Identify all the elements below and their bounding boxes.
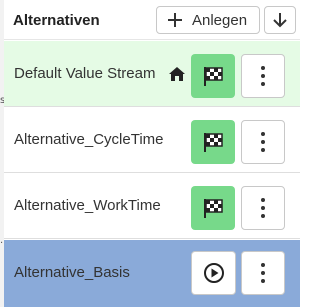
checkered-flag-icon [204,67,223,86]
more-options-button[interactable] [241,251,285,295]
run-simulation-button[interactable] [191,251,236,295]
checkered-flag-button[interactable] [191,186,235,230]
add-alternative-label: Anlegen [192,11,248,29]
more-options-button[interactable] [241,186,285,230]
alternative-row-default-value-stream[interactable]: Default Value Stream [4,41,300,107]
alternative-row-cycletime[interactable]: Alternative_CycleTime [4,107,300,173]
home-icon [169,67,185,81]
checkered-flag-button[interactable] [191,120,235,164]
alternative-label: Alternative_WorkTime [14,197,161,214]
panel-title: Alternativen [13,12,100,29]
add-alternative-button[interactable]: Anlegen [156,6,260,34]
alternative-label: Alternative_Basis [14,264,130,281]
alternatives-panel: Alternativen Anlegen Default Value Strea… [4,0,300,307]
plus-icon [168,13,182,27]
alternative-label: Alternative_CycleTime [14,131,164,148]
checkered-flag-button[interactable] [191,54,235,98]
sort-down-button[interactable] [264,6,296,34]
play-circle-icon [203,263,224,283]
alternative-row-basis[interactable]: Alternative_Basis [4,240,300,307]
left-edge-mark: . [0,235,4,246]
alternative-label: Default Value Stream [14,65,156,82]
more-options-button[interactable] [241,120,285,164]
more-options-button[interactable] [241,54,285,98]
vertical-dots-icon [261,196,265,220]
vertical-dots-icon [261,261,265,285]
vertical-dots-icon [261,64,265,88]
checkered-flag-icon [204,199,223,218]
alternative-row-worktime[interactable]: Alternative_WorkTime [4,173,300,239]
panel-header: Alternativen Anlegen [4,0,300,40]
arrow-down-icon [273,13,287,28]
vertical-dots-icon [261,130,265,154]
checkered-flag-icon [204,133,223,152]
